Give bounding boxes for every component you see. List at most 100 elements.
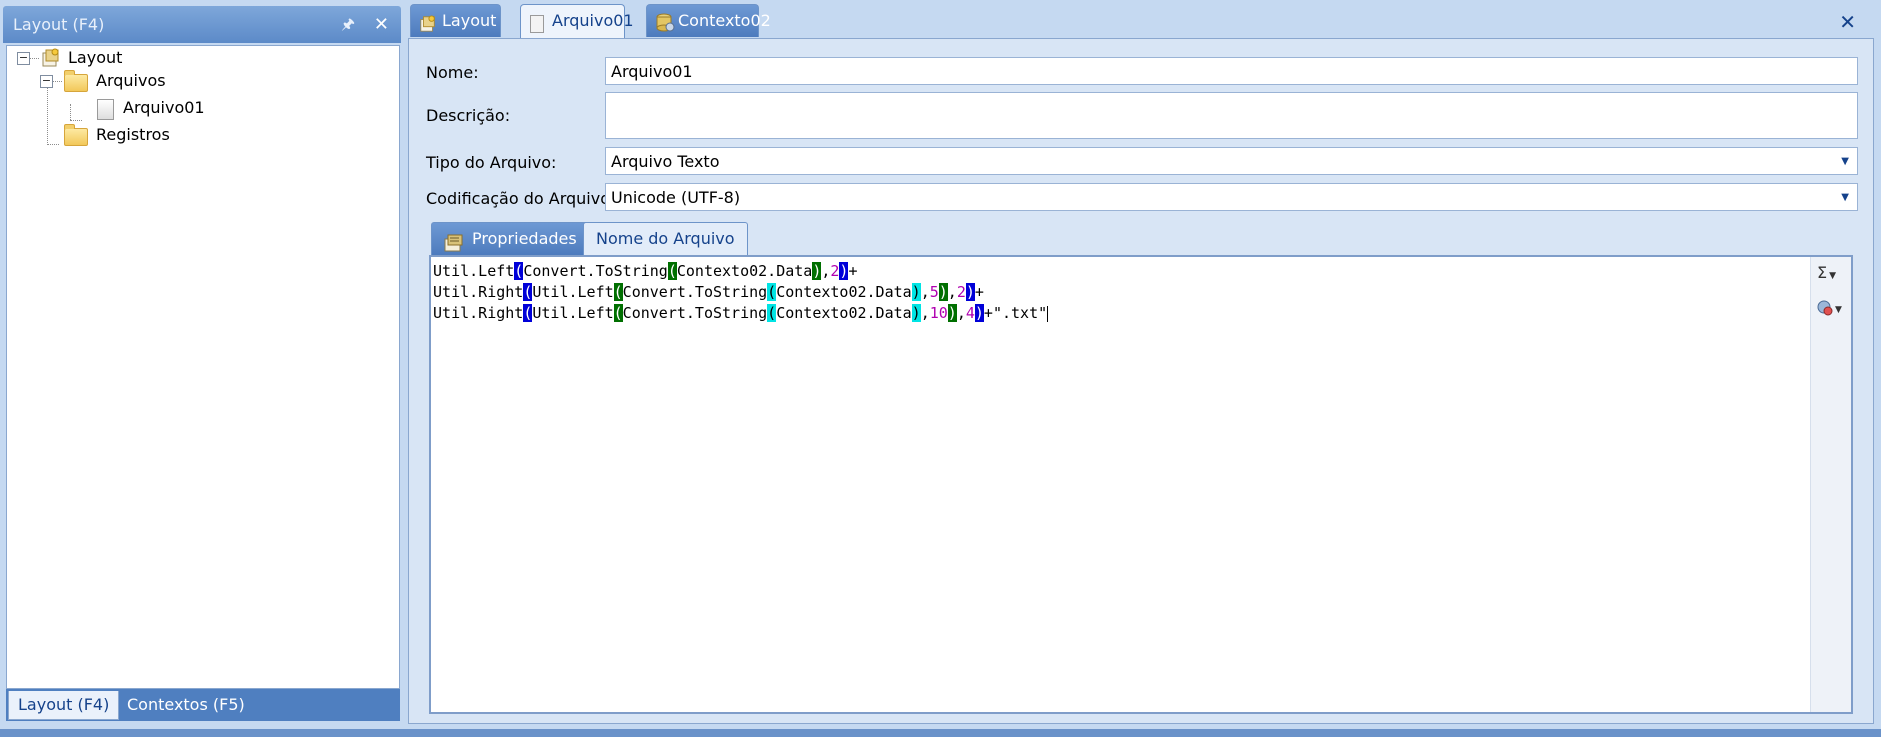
- open-bracket: (: [667, 262, 677, 280]
- code-char: .: [568, 304, 578, 322]
- chevron-down-icon[interactable]: ▼: [1841, 184, 1849, 212]
- code-char: D: [875, 304, 885, 322]
- code-char: ,: [956, 304, 966, 322]
- tab-label: Arquivo01: [552, 11, 634, 30]
- code-char: t: [505, 262, 515, 280]
- collapse-toggle[interactable]: −: [40, 75, 53, 88]
- chevron-down-icon[interactable]: ▼: [1841, 148, 1849, 176]
- code-char: e: [586, 304, 596, 322]
- tab-layout-f4[interactable]: Layout (F4): [8, 691, 120, 720]
- code-char: i: [740, 304, 750, 322]
- code-char: l: [460, 262, 470, 280]
- tree-item-arquivo01[interactable]: Arquivo01: [7, 97, 399, 120]
- code-char: S: [613, 262, 623, 280]
- code-char: o: [703, 283, 713, 301]
- document-tab-strip: Layout Arquivo01 Contexto02 ✕: [410, 4, 1870, 39]
- nome-field[interactable]: Arquivo01: [605, 57, 1858, 85]
- context-icon[interactable]: ▼: [1817, 297, 1842, 316]
- pin-icon[interactable]: 🖈︎: [341, 6, 355, 43]
- code-char: a: [902, 304, 912, 322]
- code-char: T: [595, 262, 605, 280]
- tree-item-label: Registros: [96, 125, 170, 144]
- expression-code[interactable]: Util.Left(Convert.ToString(Contexto02.Da…: [433, 261, 1049, 324]
- code-char: .: [866, 283, 876, 301]
- tab-label: Nome do Arquivo: [596, 229, 735, 248]
- code-char: C: [523, 262, 533, 280]
- code-char: o: [631, 283, 641, 301]
- code-char: t: [731, 262, 741, 280]
- code-char: o: [785, 304, 795, 322]
- code-char: r: [631, 262, 641, 280]
- descricao-field[interactable]: [605, 92, 1858, 139]
- codificacao-select[interactable]: Unicode (UTF-8) ▼: [605, 183, 1858, 211]
- code-char: U: [433, 304, 443, 322]
- tab-layout[interactable]: Layout: [410, 4, 501, 37]
- tab-contextos-f5[interactable]: Contextos (F5): [118, 691, 254, 719]
- number-literal: 0: [938, 304, 948, 322]
- open-bracket: (: [613, 304, 623, 322]
- tab-nome-do-arquivo[interactable]: Nome do Arquivo: [583, 222, 748, 255]
- editor-toolbar: Σ ▼ ▼: [1810, 257, 1851, 712]
- code-line: Util.Right(Util.Left(Convert.ToString(Co…: [433, 282, 1048, 303]
- code-char: +: [974, 283, 984, 301]
- code-char: U: [433, 283, 443, 301]
- code-char: e: [712, 262, 722, 280]
- collapse-toggle[interactable]: −: [17, 52, 30, 65]
- code-char: t: [803, 304, 813, 322]
- document-icon: [97, 99, 114, 120]
- tipo-arquivo-select[interactable]: Arquivo Texto ▼: [605, 147, 1858, 175]
- left-dock-panel: Layout (F4) 🖈︎ ✕ − Layout − Arquivos Arq…: [0, 0, 404, 737]
- code-char: t: [794, 262, 804, 280]
- code-char: t: [622, 262, 632, 280]
- tab-propriedades[interactable]: Propriedades: [431, 222, 590, 255]
- code-char: v: [649, 304, 659, 322]
- expression-editor[interactable]: Util.Left(Convert.ToString(Contexto02.Da…: [429, 255, 1853, 714]
- code-char: C: [676, 262, 686, 280]
- code-char: 2: [758, 262, 768, 280]
- open-bracket: (: [523, 304, 533, 322]
- tree-item-arquivos[interactable]: − Arquivos: [7, 70, 399, 92]
- code-char: ,: [947, 283, 957, 301]
- close-bracket: ): [911, 283, 921, 301]
- code-char: t: [442, 283, 452, 301]
- code-char: a: [884, 283, 894, 301]
- tab-contexto02[interactable]: Contexto02: [646, 4, 771, 37]
- code-char: n: [749, 283, 759, 301]
- code-char: f: [595, 283, 605, 301]
- code-char: t: [514, 304, 524, 322]
- code-char: o: [703, 304, 713, 322]
- close-document-icon[interactable]: ✕: [1839, 10, 1856, 34]
- close-icon[interactable]: ✕: [374, 6, 389, 43]
- tree-item-layout[interactable]: − Layout: [7, 47, 399, 69]
- nome-label: Nome:: [426, 63, 479, 82]
- code-char: C: [622, 304, 632, 322]
- code-char: i: [740, 283, 750, 301]
- document-content: Nome: Arquivo01 Descrição: Tipo do Arqui…: [408, 38, 1874, 724]
- code-char: R: [478, 283, 488, 301]
- tree-item-registros[interactable]: Registros: [7, 124, 399, 146]
- code-char: f: [595, 304, 605, 322]
- tab-arquivo01[interactable]: Arquivo01: [520, 4, 634, 39]
- code-char: S: [712, 283, 722, 301]
- code-char: T: [694, 283, 704, 301]
- code-char: l: [460, 283, 470, 301]
- code-char: L: [478, 262, 488, 280]
- tree-item-label: Arquivo01: [123, 98, 205, 117]
- code-char: g: [758, 283, 768, 301]
- code-char: i: [451, 304, 461, 322]
- code-char: t: [577, 262, 587, 280]
- code-char: D: [875, 283, 885, 301]
- code-char: +: [983, 304, 993, 322]
- code-char: ,: [920, 283, 930, 301]
- code-char: L: [577, 304, 587, 322]
- code-char: t: [604, 304, 614, 322]
- code-char: h: [505, 283, 515, 301]
- code-char: t: [442, 304, 452, 322]
- code-char: .: [685, 283, 695, 301]
- code-char: n: [649, 262, 659, 280]
- layout-tree: − Layout − Arquivos Arquivo01 Registros: [6, 45, 400, 689]
- code-char: i: [451, 283, 461, 301]
- sigma-icon[interactable]: Σ ▼: [1817, 263, 1836, 282]
- tipo-arquivo-label: Tipo do Arquivo:: [426, 153, 557, 172]
- close-bracket: ): [974, 304, 984, 322]
